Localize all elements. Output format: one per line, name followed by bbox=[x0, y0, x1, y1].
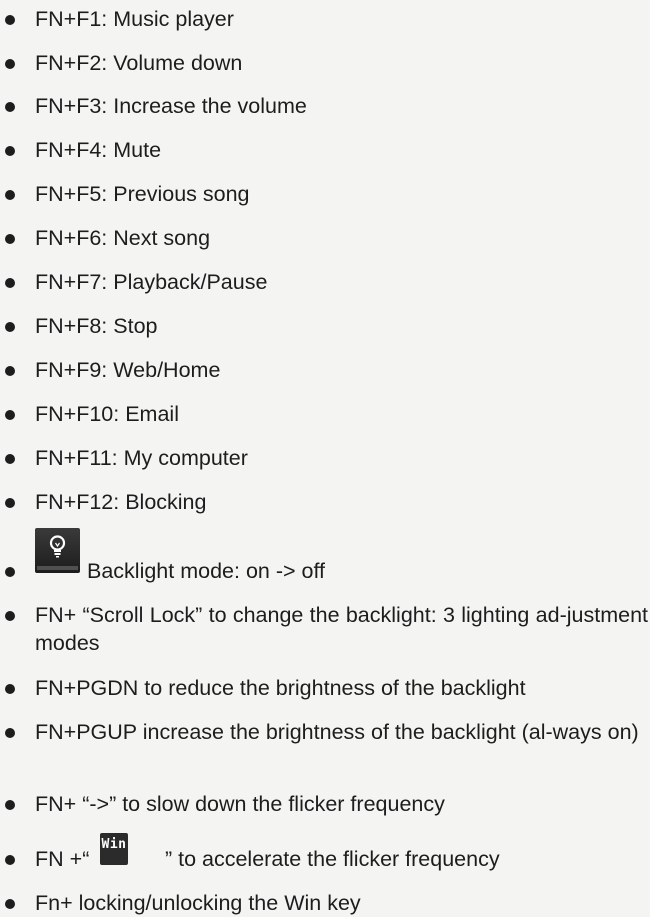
item-text: FN+F8: Stop bbox=[35, 314, 158, 338]
bullet bbox=[5, 278, 15, 288]
item-text: FN+F11: My computer bbox=[35, 446, 248, 470]
bullet bbox=[5, 454, 15, 464]
lightbulb-icon bbox=[35, 528, 80, 573]
bullet bbox=[5, 59, 15, 69]
bullet bbox=[5, 800, 15, 810]
item-text: FN+F5: Previous song bbox=[35, 182, 250, 206]
bullet bbox=[5, 146, 15, 156]
win-key-icon: Win bbox=[100, 833, 128, 865]
item-text: FN+F12: Blocking bbox=[35, 490, 207, 514]
bullet bbox=[5, 498, 15, 508]
bullet bbox=[5, 190, 15, 200]
bullet bbox=[5, 234, 15, 244]
item-text: FN+F3: Increase the volume bbox=[35, 94, 307, 118]
item-text: Backlight mode: on -> off bbox=[87, 559, 326, 583]
item-suffix: ” to accelerate the flicker frequency bbox=[159, 847, 500, 871]
item-text: FN+ “->” to slow down the flicker freque… bbox=[35, 792, 445, 816]
bullet bbox=[5, 322, 15, 332]
bullet bbox=[5, 728, 15, 738]
item-text: FN+F9: Web/Home bbox=[35, 358, 221, 382]
item-text: FN+PGUP increase the brightness of the b… bbox=[35, 720, 639, 744]
item-text: FN+F7: Playback/Pause bbox=[35, 270, 268, 294]
bullet bbox=[5, 410, 15, 420]
bullet bbox=[5, 684, 15, 694]
win-key-label: Win bbox=[101, 837, 127, 852]
item-text: FN+PGDN to reduce the brightness of the … bbox=[35, 676, 526, 700]
bullet bbox=[5, 102, 15, 112]
item-text: Fn+ locking/unlocking the Win key bbox=[35, 891, 361, 915]
bullet bbox=[5, 899, 15, 909]
item-text: FN+F6: Next song bbox=[35, 226, 211, 250]
item-text: FN+F2: Volume down bbox=[35, 51, 243, 75]
bullet bbox=[5, 611, 15, 621]
item-text: FN+F1: Music player bbox=[35, 7, 234, 31]
bullet bbox=[5, 567, 15, 577]
item-text: FN+ “Scroll Lock” to change the backligh… bbox=[35, 603, 648, 655]
bullet bbox=[5, 855, 15, 865]
bullet bbox=[5, 15, 15, 25]
item-text: FN+F10: Email bbox=[35, 402, 179, 426]
item-text: FN+F4: Mute bbox=[35, 138, 162, 162]
bullet bbox=[5, 366, 15, 376]
